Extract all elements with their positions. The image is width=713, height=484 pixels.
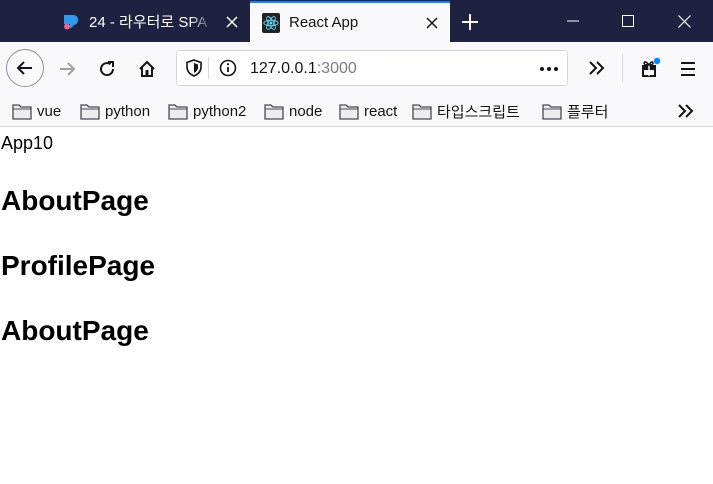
app-label: App10: [1, 133, 54, 153]
double-chevron-icon: [589, 61, 605, 75]
bookmark-label: python2: [193, 102, 247, 120]
double-chevron-icon: [678, 104, 694, 118]
minimize-icon: [567, 20, 579, 22]
bookmark-label: node: [289, 102, 323, 120]
bookmark-folder-typescript[interactable]: 타입스크립트: [412, 101, 520, 121]
new-tab-button[interactable]: [457, 9, 483, 35]
bookmarks-overflow-button[interactable]: [677, 101, 695, 121]
url-port: :3000: [316, 60, 357, 77]
url-host: 127.0.0.1: [250, 60, 317, 77]
tab-title: 24 - 라우터로 SPA: [89, 14, 208, 31]
close-icon: [677, 14, 691, 28]
reload-icon: [100, 61, 115, 77]
react-logo-icon: [262, 12, 280, 33]
navigation-toolbar: 127.0.0.1:3000: [0, 42, 713, 94]
url-text: 127.0.0.1:3000: [250, 60, 357, 78]
extensions-button[interactable]: [637, 55, 663, 81]
notification-dot: [653, 57, 661, 65]
tab-close-icon[interactable]: [420, 11, 444, 35]
back-button[interactable]: [6, 49, 44, 87]
shield-icon[interactable]: [184, 58, 204, 78]
bookmark-folder-flutter[interactable]: 플루터: [542, 101, 608, 121]
about-page-heading: AboutPage: [1, 185, 149, 216]
tab-close-icon[interactable]: [220, 10, 244, 34]
forward-button[interactable]: [54, 56, 80, 82]
folder-icon: [412, 103, 432, 120]
tab-router-spa[interactable]: 24 - 라우터로 SPA: [50, 1, 250, 42]
browser-titlebar: 24 - 라우터로 SPA React App: [0, 0, 713, 42]
folder-icon: [168, 103, 188, 120]
folder-icon: [12, 103, 32, 120]
tab-react-app[interactable]: React App: [250, 1, 450, 42]
gift-icon: [642, 57, 661, 77]
toolbar-divider: [622, 54, 623, 82]
hamburger-menu-icon: [681, 62, 695, 76]
bookmark-label: python: [105, 102, 151, 120]
bookmarks-toolbar: vue python python2 node react 타입스크립트 플루터: [0, 94, 713, 127]
forward-arrow-icon: [60, 62, 76, 76]
toolbar-overflow-button[interactable]: [585, 56, 609, 80]
more-dots-icon[interactable]: [538, 59, 560, 79]
close-window-button[interactable]: [656, 0, 712, 42]
maximize-icon: [622, 15, 634, 27]
page-content: App10 AboutPage ProfilePage AboutPage: [0, 128, 713, 484]
folder-icon: [542, 103, 562, 120]
reload-button[interactable]: [94, 56, 120, 82]
app-menu-button[interactable]: [675, 56, 701, 82]
profile-page-heading: ProfilePage: [1, 250, 156, 281]
address-bar-separator: [208, 57, 209, 79]
bookmark-label: react: [364, 102, 398, 120]
bookmark-folder-react[interactable]: react: [339, 101, 397, 121]
bookmark-folder-vue[interactable]: vue: [12, 101, 61, 121]
bookmark-label: vue: [37, 102, 62, 120]
minimize-button[interactable]: [545, 0, 601, 42]
tab-title: React App: [289, 14, 359, 31]
folder-icon: [339, 103, 359, 120]
site-favicon-icon: [62, 13, 80, 31]
bookmark-label: 플루터: [567, 103, 609, 121]
plus-icon: [462, 14, 478, 30]
bookmark-folder-python[interactable]: python: [80, 101, 150, 121]
folder-icon: [80, 103, 100, 120]
folder-icon: [264, 103, 284, 120]
back-arrow-icon: [16, 61, 32, 75]
maximize-button[interactable]: [600, 0, 656, 42]
bookmark-folder-node[interactable]: node: [264, 101, 322, 121]
bookmark-folder-python2[interactable]: python2: [168, 101, 246, 121]
home-button[interactable]: [134, 56, 160, 82]
address-bar[interactable]: 127.0.0.1:3000: [176, 50, 568, 86]
home-icon: [139, 60, 155, 77]
about-page-heading-2: AboutPage: [1, 315, 149, 346]
bookmark-label: 타입스크립트: [437, 103, 520, 121]
info-icon[interactable]: [218, 58, 238, 78]
